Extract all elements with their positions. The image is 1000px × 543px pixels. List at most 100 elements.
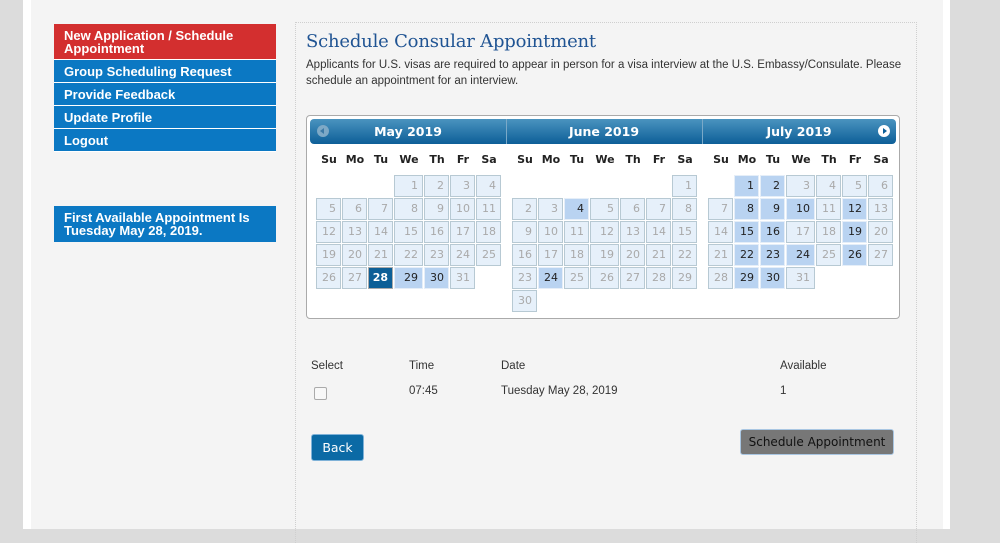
calendar-day: 2 <box>424 175 449 197</box>
calendar-day: 22 <box>394 244 423 266</box>
calendar-day: 22 <box>672 244 697 266</box>
calendar-day: 18 <box>564 244 589 266</box>
calendar-day[interactable]: 30 <box>760 267 785 289</box>
nav-logout[interactable]: Logout <box>54 129 276 152</box>
calendar-day: 24 <box>450 244 475 266</box>
calendar-day: 27 <box>342 267 367 289</box>
calendar-day[interactable]: 8 <box>734 198 759 220</box>
schedule-appointment-button[interactable]: Schedule Appointment <box>740 429 894 455</box>
calendar-day[interactable]: 12 <box>842 198 867 220</box>
weekday-label: Mo <box>345 153 365 166</box>
weekday-label: We <box>595 153 615 166</box>
calendar-day: 5 <box>842 175 867 197</box>
calendar-day: 26 <box>590 267 619 289</box>
calendar-day: 8 <box>394 198 423 220</box>
calendar-day: 31 <box>786 267 815 289</box>
weekday-label: Th <box>429 153 445 166</box>
calendar-day[interactable]: 24 <box>538 267 563 289</box>
calendar-day[interactable]: 26 <box>842 244 867 266</box>
calendar-day: 25 <box>476 244 501 266</box>
calendar-day: 15 <box>394 221 423 243</box>
calendar-day[interactable]: 24 <box>786 244 815 266</box>
slot-date: Tuesday May 28, 2019 <box>501 385 618 397</box>
appointment-calendar: May 2019 June 2019 July 2019 Su Mo Tu We Th Fr S… <box>306 115 900 319</box>
calendar-day: 9 <box>512 221 537 243</box>
col-header-date: Date <box>501 360 526 372</box>
calendar-day[interactable]: 30 <box>424 267 449 289</box>
calendar-day[interactable]: 2 <box>760 175 785 197</box>
month-separator <box>506 119 507 144</box>
calendar-day: 7 <box>646 198 671 220</box>
weekday-label: Fr <box>848 153 862 166</box>
calendar-day: 7 <box>368 198 393 220</box>
calendar-day: 4 <box>816 175 841 197</box>
col-header-available: Available <box>780 360 827 372</box>
calendar-day: 3 <box>786 175 815 197</box>
calendar-day: 14 <box>646 221 671 243</box>
calendar-day: 21 <box>368 244 393 266</box>
weekday-label: We <box>791 153 811 166</box>
calendar-day: 10 <box>450 198 475 220</box>
calendar-day[interactable]: 9 <box>760 198 785 220</box>
back-button[interactable]: Back <box>311 434 364 461</box>
calendar-day: 13 <box>620 221 645 243</box>
weekday-label: Tu <box>569 153 585 166</box>
calendar-day: 28 <box>646 267 671 289</box>
calendar-day[interactable]: 23 <box>760 244 785 266</box>
calendar-day: 15 <box>672 221 697 243</box>
weekday-label: Fr <box>652 153 666 166</box>
calendar-day: 18 <box>476 221 501 243</box>
calendar-day[interactable]: 10 <box>786 198 815 220</box>
calendar-day[interactable]: 19 <box>842 221 867 243</box>
calendar-day[interactable]: 29 <box>394 267 423 289</box>
calendar-day[interactable]: 16 <box>760 221 785 243</box>
calendar-day[interactable]: 15 <box>734 221 759 243</box>
weekday-label: Su <box>321 153 337 166</box>
calendar-day: 10 <box>538 221 563 243</box>
calendar-day: 16 <box>512 244 537 266</box>
month-title: June 2019 <box>568 124 640 139</box>
calendar-day: 19 <box>316 244 341 266</box>
weekday-label: We <box>399 153 419 166</box>
select-slot-checkbox[interactable] <box>314 387 327 400</box>
calendar-day: 6 <box>342 198 367 220</box>
calendar-day[interactable]: 22 <box>734 244 759 266</box>
calendar-day: 16 <box>424 221 449 243</box>
col-header-select: Select <box>311 360 343 372</box>
calendar-day: 11 <box>816 198 841 220</box>
calendar-day: 11 <box>564 221 589 243</box>
calendar-header: May 2019 June 2019 July 2019 <box>310 119 896 144</box>
month-title: July 2019 <box>766 124 832 139</box>
slot-available: 1 <box>780 385 787 397</box>
weekday-label: Mo <box>737 153 757 166</box>
calendar-day: 26 <box>316 267 341 289</box>
calendar-day: 20 <box>342 244 367 266</box>
calendar-day[interactable]: 1 <box>734 175 759 197</box>
first-available-notice: First Available Appointment Is Tuesday M… <box>54 206 276 242</box>
nav-group-scheduling[interactable]: Group Scheduling Request <box>54 60 276 83</box>
page-gutter-left <box>23 0 31 529</box>
calendar-day: 14 <box>708 221 733 243</box>
calendar-day[interactable]: 4 <box>564 198 589 220</box>
weekday-label: Mo <box>541 153 561 166</box>
nav-provide-feedback[interactable]: Provide Feedback <box>54 83 276 106</box>
month-separator <box>702 119 703 144</box>
nav-new-application[interactable]: New Application / Schedule Appointment <box>54 24 276 60</box>
calendar-day: 3 <box>450 175 475 197</box>
weekday-label: Sa <box>873 153 889 166</box>
page-gutter-right <box>943 0 950 529</box>
calendar-day[interactable]: 29 <box>734 267 759 289</box>
page-title: Schedule Consular Appointment <box>306 31 596 52</box>
calendar-day: 12 <box>316 221 341 243</box>
calendar-day: 19 <box>590 244 619 266</box>
sidebar-nav: New Application / Schedule Appointment G… <box>54 24 276 152</box>
calendar-day[interactable]: 28 <box>368 267 393 289</box>
calendar-day: 20 <box>620 244 645 266</box>
calendar-day: 13 <box>342 221 367 243</box>
calendar-day: 5 <box>316 198 341 220</box>
nav-update-profile[interactable]: Update Profile <box>54 106 276 129</box>
calendar-day: 29 <box>672 267 697 289</box>
calendar-day: 23 <box>512 267 537 289</box>
calendar-day: 12 <box>590 221 619 243</box>
calendar-day: 4 <box>476 175 501 197</box>
